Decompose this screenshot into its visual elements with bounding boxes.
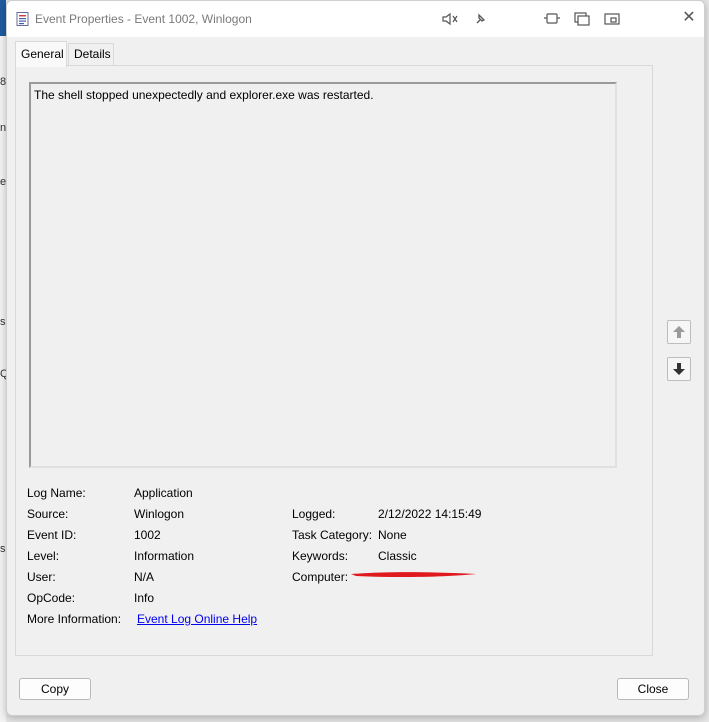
redaction-mark — [351, 572, 476, 578]
logged-value: 2/12/2022 14:15:49 — [378, 507, 482, 521]
task-category-label: Task Category: — [292, 528, 373, 542]
event-id-label: Event ID: — [27, 528, 77, 542]
keywords-label: Keywords: — [292, 549, 349, 563]
level-value: Information — [134, 549, 195, 563]
task-category-value: None — [378, 528, 407, 542]
title-bar[interactable]: Event Properties - Event 1002, Winlogon … — [7, 1, 704, 37]
speaker-icon[interactable] — [441, 11, 459, 27]
log-name-value: Application — [134, 486, 193, 500]
close-icon[interactable]: ✕ — [680, 9, 698, 27]
opcode-value: Info — [134, 591, 155, 605]
event-description-box[interactable]: The shell stopped unexpectedly and explo… — [29, 82, 617, 468]
general-panel: The shell stopped unexpectedly and explo… — [15, 65, 653, 656]
tab-details[interactable]: Details — [68, 43, 114, 65]
next-event-button[interactable] — [667, 357, 691, 381]
opcode-label: OpCode: — [27, 591, 76, 605]
event-log-online-help-link[interactable]: Event Log Online Help — [137, 612, 257, 626]
windows-icon[interactable] — [573, 11, 591, 27]
keywords-value: Classic — [378, 549, 417, 563]
computer-label: Computer: — [292, 570, 349, 584]
devices-icon[interactable] — [543, 11, 561, 27]
event-properties-dialog: Event Properties - Event 1002, Winlogon … — [6, 0, 705, 716]
pin-icon[interactable] — [471, 11, 489, 27]
more-information-label: More Information: — [27, 612, 122, 626]
level-label: Level: — [27, 549, 60, 563]
copy-button[interactable]: Copy — [19, 678, 91, 700]
close-button[interactable]: Close — [617, 678, 689, 700]
previous-event-button[interactable] — [667, 320, 691, 344]
event-description: The shell stopped unexpectedly and explo… — [34, 88, 374, 102]
user-label: User: — [27, 570, 56, 584]
event-viewer-icon — [16, 12, 29, 26]
screen-capture-icon[interactable] — [603, 11, 621, 27]
window-title: Event Properties - Event 1002, Winlogon — [35, 12, 252, 26]
arrow-up-icon — [673, 326, 685, 338]
user-value: N/A — [134, 570, 155, 584]
source-label: Source: — [27, 507, 69, 521]
arrow-down-icon — [673, 363, 685, 375]
tab-general[interactable]: General — [15, 41, 67, 67]
event-id-value: 1002 — [134, 528, 161, 542]
log-name-label: Log Name: — [27, 486, 86, 500]
source-value: Winlogon — [134, 507, 185, 521]
logged-label: Logged: — [292, 507, 336, 521]
